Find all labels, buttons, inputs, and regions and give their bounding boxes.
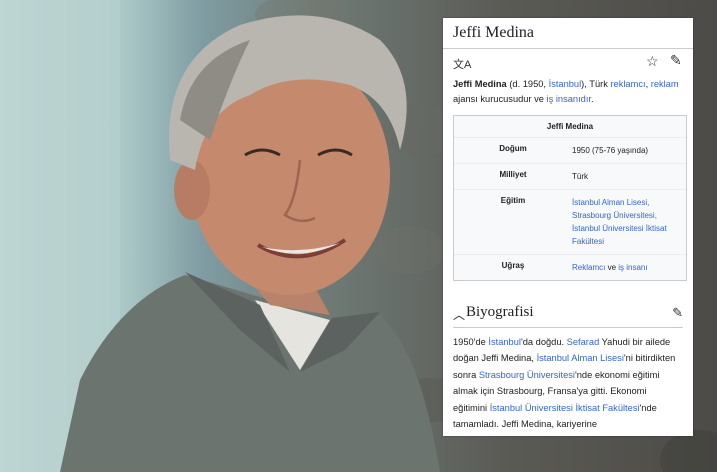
infobox-label: Doğum (499, 144, 527, 153)
infobox-row-nationality: Milliyet Türk (454, 164, 686, 190)
link-strasbourg[interactable]: Strasbourg Üniversitesi, (572, 211, 657, 220)
infobox-row-education: Eğitim İstanbul Alman Lisesi, Strasbourg… (454, 190, 686, 255)
article-toolbar: 文A ☆ ✎ (443, 49, 693, 75)
lead-text: ), Türk (581, 79, 611, 89)
pencil-icon[interactable]: ✎ (670, 52, 682, 69)
link-istanbul-iktisat[interactable]: İstanbul Üniversitesi İktisat Fakültesi (572, 224, 667, 246)
lead-text: . (591, 94, 594, 104)
bio-text: 1950'de (453, 337, 489, 347)
infobox-row-birth: Doğum 1950 (75-76 yaşında) (454, 138, 686, 164)
link-is-insani[interactable]: iş insanı (618, 263, 647, 272)
bio-link[interactable]: İstanbul Üniversitesi İktisat Fakültesi (490, 403, 640, 413)
link-reklam[interactable]: reklam (651, 79, 679, 89)
infobox-label: Uğraş (501, 261, 525, 270)
translate-icon[interactable]: 文A (453, 56, 471, 72)
link-reklamci[interactable]: reklamcı (610, 79, 645, 89)
article-lead: Jeffi Medina (d. 1950, İstanbul), Türk r… (443, 75, 693, 107)
bio-link[interactable]: Strasbourg Üniversitesi (479, 370, 575, 380)
link-reklamci[interactable]: Reklamcı (572, 263, 605, 272)
star-icon[interactable]: ☆ (646, 53, 659, 70)
infobox-value: Reklamcı ve iş insanı (572, 261, 680, 274)
infobox: Jeffi Medina Doğum 1950 (75-76 yaşında) … (453, 115, 687, 281)
pencil-icon[interactable]: ✎ (672, 305, 683, 321)
infobox-value: Türk (572, 172, 588, 181)
bio-link[interactable]: İstanbul (488, 337, 521, 347)
bio-link[interactable]: Sefarad (567, 337, 600, 347)
article-title: Jeffi Medina (443, 18, 693, 49)
infobox-title: Jeffi Medina (454, 116, 686, 138)
infobox-text: ve (605, 263, 619, 272)
lead-text: ajansı kurucusudur ve (453, 94, 547, 104)
infobox-label: Milliyet (499, 170, 527, 179)
section-header-biyografisi[interactable]: ︿ Biyografisi ✎ (453, 303, 683, 328)
lead-name: Jeffi Medina (453, 79, 507, 89)
link-istanbul[interactable]: İstanbul (549, 79, 582, 89)
section-title: Biyografisi (466, 304, 534, 320)
lead-text: (d. 1950, (506, 79, 549, 89)
infobox-row-occupation: Uğraş Reklamcı ve iş insanı (454, 255, 686, 280)
section-body: 1950'de İstanbul'da doğdu. Sefarad Yahud… (443, 328, 693, 432)
wikipedia-article-panel: Jeffi Medina 文A ☆ ✎ Jeffi Medina (d. 195… (443, 18, 693, 436)
infobox-label: Eğitim (500, 196, 526, 205)
bio-link[interactable]: İstanbul Alman Lisesi (537, 353, 624, 363)
bio-text: 'da doğdu. (520, 337, 567, 347)
link-alman-lisesi[interactable]: İstanbul Alman Lisesi, (572, 198, 649, 207)
link-is-insanidir[interactable]: iş insanıdır (547, 94, 591, 104)
infobox-value: İstanbul Alman Lisesi, Strasbourg Üniver… (572, 196, 680, 248)
chevron-up-icon[interactable]: ︿ (453, 306, 465, 323)
infobox-value: 1950 (75-76 yaşında) (572, 146, 649, 155)
